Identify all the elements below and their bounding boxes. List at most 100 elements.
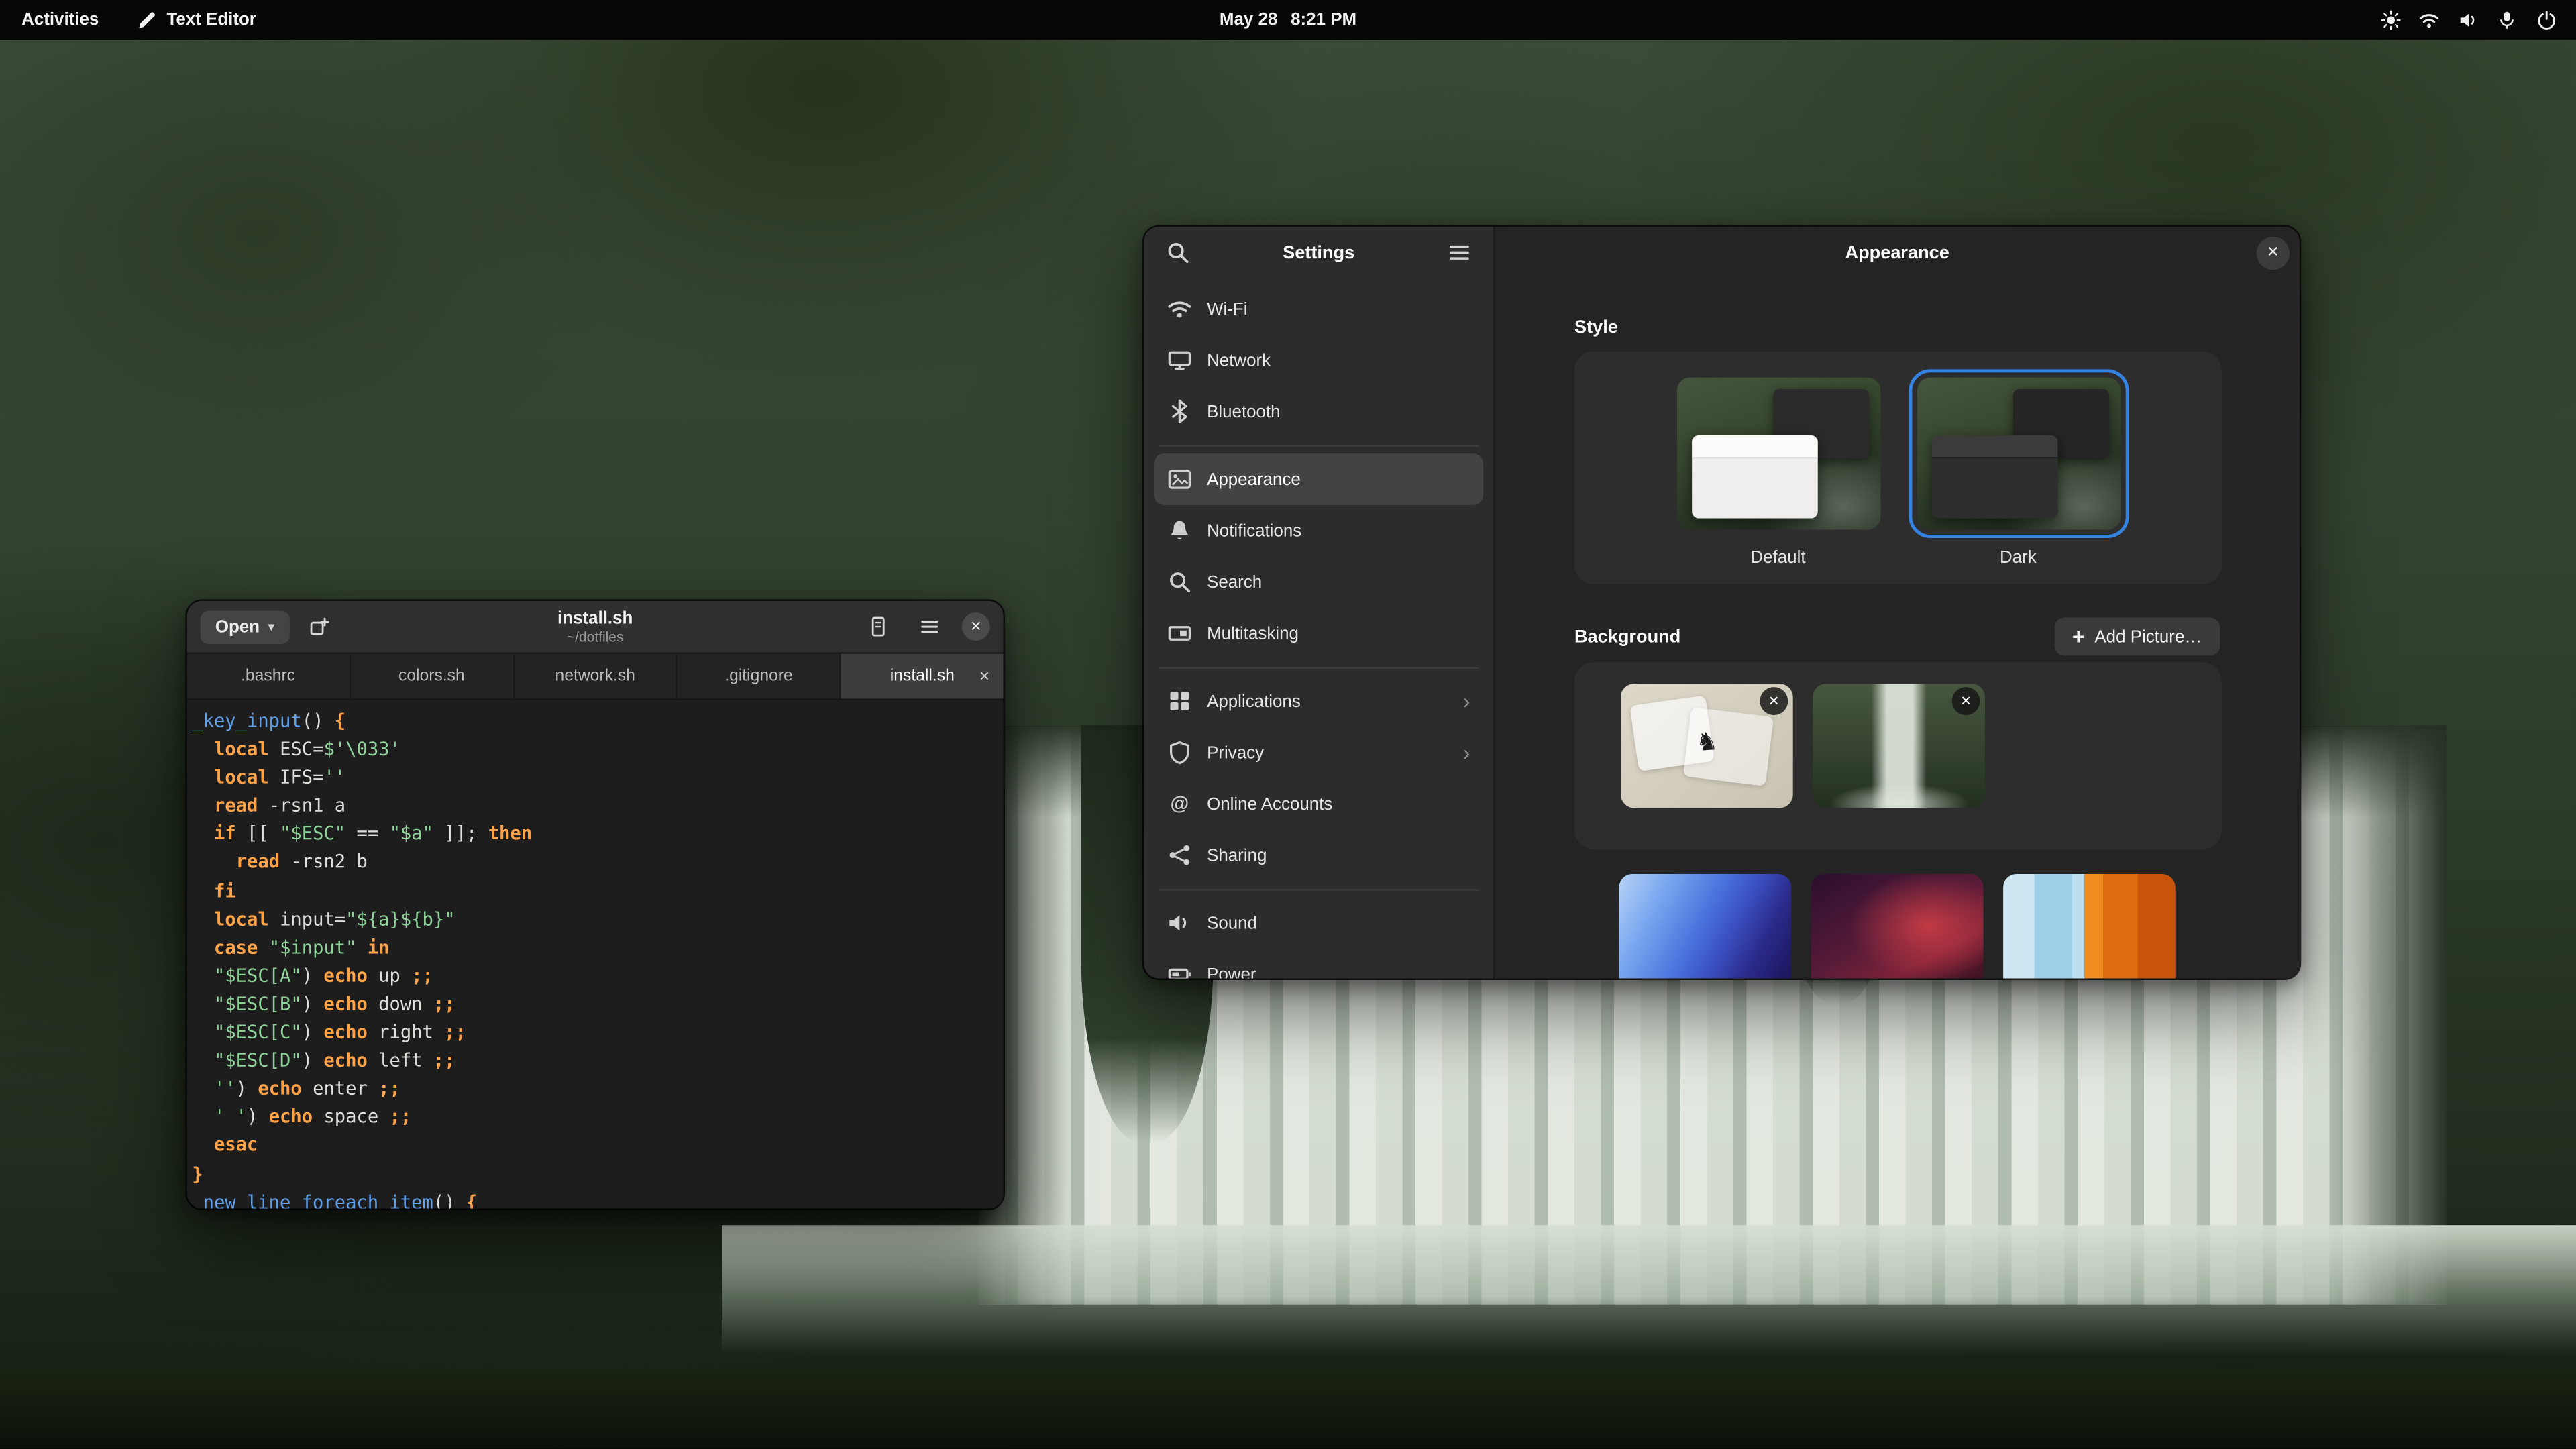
style-option-default[interactable]: Default (1676, 378, 1880, 584)
share-icon (1167, 843, 1192, 867)
wallpaper-tile-red-gradient[interactable] (1811, 874, 1984, 978)
code-line: _key_input() { (192, 707, 1003, 735)
background-thumbnail-abstract[interactable]: ♞ ✕ (1621, 684, 1793, 808)
multitasking-icon (1167, 621, 1192, 645)
sidebar-item-appearance[interactable]: Appearance (1154, 453, 1483, 505)
code-line: local input="${a}${b}" (192, 905, 1003, 933)
sidebar-item-notifications[interactable]: Notifications (1154, 505, 1483, 557)
network-icon (1167, 347, 1192, 372)
sidebar-item-network[interactable]: Network (1154, 335, 1483, 386)
wifi-icon (1167, 297, 1192, 321)
wallpaper-tile-pixel-orange[interactable] (2003, 874, 2176, 978)
search-button[interactable] (1165, 240, 1190, 265)
close-icon: ✕ (970, 620, 982, 634)
style-option-dark[interactable]: Dark (1917, 378, 2121, 584)
sidebar-item-privacy[interactable]: Privacy › (1154, 727, 1483, 778)
sidebar-item-label: Appearance (1207, 470, 1301, 490)
system-tray[interactable] (2380, 9, 2576, 30)
window-title-block: install.sh ~/dotfiles (557, 608, 633, 645)
style-section-label: Style (1574, 318, 1618, 338)
wallpaper-grid (1619, 874, 2176, 978)
sidebar-item-label: Bluetooth (1207, 401, 1281, 421)
text-editor-icon (136, 9, 157, 31)
remove-background-button[interactable]: ✕ (1952, 687, 1980, 715)
document-overview-button[interactable] (859, 610, 896, 643)
tab-colors-sh[interactable]: colors.sh (351, 654, 515, 699)
plus-icon: + (2072, 626, 2085, 647)
date-label: May 28 (1220, 10, 1277, 30)
open-button[interactable]: Open ▾ (201, 610, 290, 643)
code-area[interactable]: _key_input() { local ESC=$'\033' local I… (187, 700, 1004, 1209)
remove-background-button[interactable]: ✕ (1760, 687, 1788, 715)
sidebar-item-online-accounts[interactable]: @ Online Accounts (1154, 778, 1483, 830)
tab-network-sh[interactable]: network.sh (515, 654, 678, 699)
app-menu-button[interactable]: Text Editor (136, 0, 256, 40)
code-line: if [[ "$ESC" == "$a" ]]; then (192, 820, 1003, 849)
settings-window: Settings Wi-Fi Network Bluetooth (1144, 227, 2300, 978)
wifi-icon (2419, 9, 2440, 30)
activities-button[interactable]: Activities (21, 0, 99, 40)
document-overview-icon (867, 616, 888, 637)
sidebar-item-label: Network (1207, 350, 1271, 370)
sidebar-list: Wi-Fi Network Bluetooth Appearance (1144, 278, 1493, 979)
sidebar-item-label: Multitasking (1207, 623, 1299, 643)
tab-gitignore[interactable]: .gitignore (678, 654, 841, 699)
code-line: esac (192, 1132, 1003, 1160)
caret-down-icon: ▾ (268, 620, 274, 633)
close-settings-button[interactable]: ✕ (2257, 236, 2290, 269)
window-title: install.sh (557, 608, 633, 629)
preview-window-titlebar (1691, 435, 1817, 459)
text-editor-window: Open ▾ install.sh ~/dotfiles (187, 601, 1004, 1209)
tab-label: colors.sh (398, 667, 465, 686)
power-icon (2536, 9, 2557, 30)
code-line: "$ESC[A") echo up ;; (192, 961, 1003, 989)
style-option-label: Dark (1917, 548, 2121, 568)
preview-window-titlebar (1931, 435, 2057, 459)
preview-front-window (1691, 435, 1817, 518)
preview-front-window (1931, 435, 2057, 518)
code-line: case "$input" in (192, 933, 1003, 961)
tab-close-icon[interactable]: ✕ (979, 669, 990, 684)
code-line: local ESC=$'\033' (192, 735, 1003, 763)
sidebar-item-search[interactable]: Search (1154, 556, 1483, 608)
primary-menu-button[interactable] (910, 610, 947, 643)
close-icon: ✕ (2267, 244, 2279, 262)
background-thumbnail-forest[interactable]: ✕ (1813, 684, 1985, 808)
tab-label: .gitignore (724, 667, 793, 686)
code-line: _new_line_foreach_item() { (192, 1188, 1003, 1209)
sidebar-item-label: Sharing (1207, 845, 1267, 865)
brightness-icon (2380, 9, 2401, 30)
code-line: ' ') echo space ;; (192, 1103, 1003, 1131)
wallpaper-tile-blue-geometric[interactable] (1619, 874, 1792, 978)
privacy-shield-icon (1167, 740, 1192, 765)
close-window-button[interactable]: ✕ (962, 612, 990, 641)
add-picture-button[interactable]: + Add Picture… (2054, 618, 2220, 656)
hamburger-menu-icon (918, 616, 939, 637)
time-label: 8:21 PM (1291, 10, 1356, 30)
style-option-label: Default (1676, 548, 1880, 568)
sidebar-headerbar: Settings (1144, 227, 1493, 278)
sidebar-item-power[interactable]: Power (1154, 949, 1483, 978)
top-bar: Activities Text Editor May 28 8:21 PM (0, 0, 2576, 40)
sidebar-item-sharing[interactable]: Sharing (1154, 829, 1483, 881)
tab-bashrc[interactable]: .bashrc (187, 654, 351, 699)
code-line: read -rsn1 a (192, 792, 1003, 820)
desktop: Activities Text Editor May 28 8:21 PM (0, 0, 2576, 1449)
settings-content: Appearance ✕ Style Default (1495, 227, 2299, 978)
sidebar-item-applications[interactable]: Applications › (1154, 676, 1483, 727)
content-headerbar: Appearance ✕ (1495, 227, 2299, 278)
sidebar-item-sound[interactable]: Sound (1154, 898, 1483, 949)
sidebar-item-multitasking[interactable]: Multitasking (1154, 608, 1483, 659)
clock-button[interactable]: May 28 8:21 PM (1220, 0, 1356, 40)
tab-install-sh[interactable]: install.sh ✕ (841, 654, 1003, 699)
new-tab-button[interactable] (301, 610, 337, 643)
sidebar-item-bluetooth[interactable]: Bluetooth (1154, 386, 1483, 437)
close-icon: ✕ (1768, 694, 1780, 708)
background-section-label: Background (1574, 627, 1680, 647)
at-symbol-icon: @ (1167, 792, 1192, 816)
sidebar-menu-button[interactable] (1447, 240, 1472, 265)
tab-label: install.sh (890, 667, 955, 686)
close-icon: ✕ (1960, 694, 1972, 708)
tab-bar: .bashrc colors.sh network.sh .gitignore … (187, 654, 1004, 700)
sidebar-item-wifi[interactable]: Wi-Fi (1154, 283, 1483, 335)
